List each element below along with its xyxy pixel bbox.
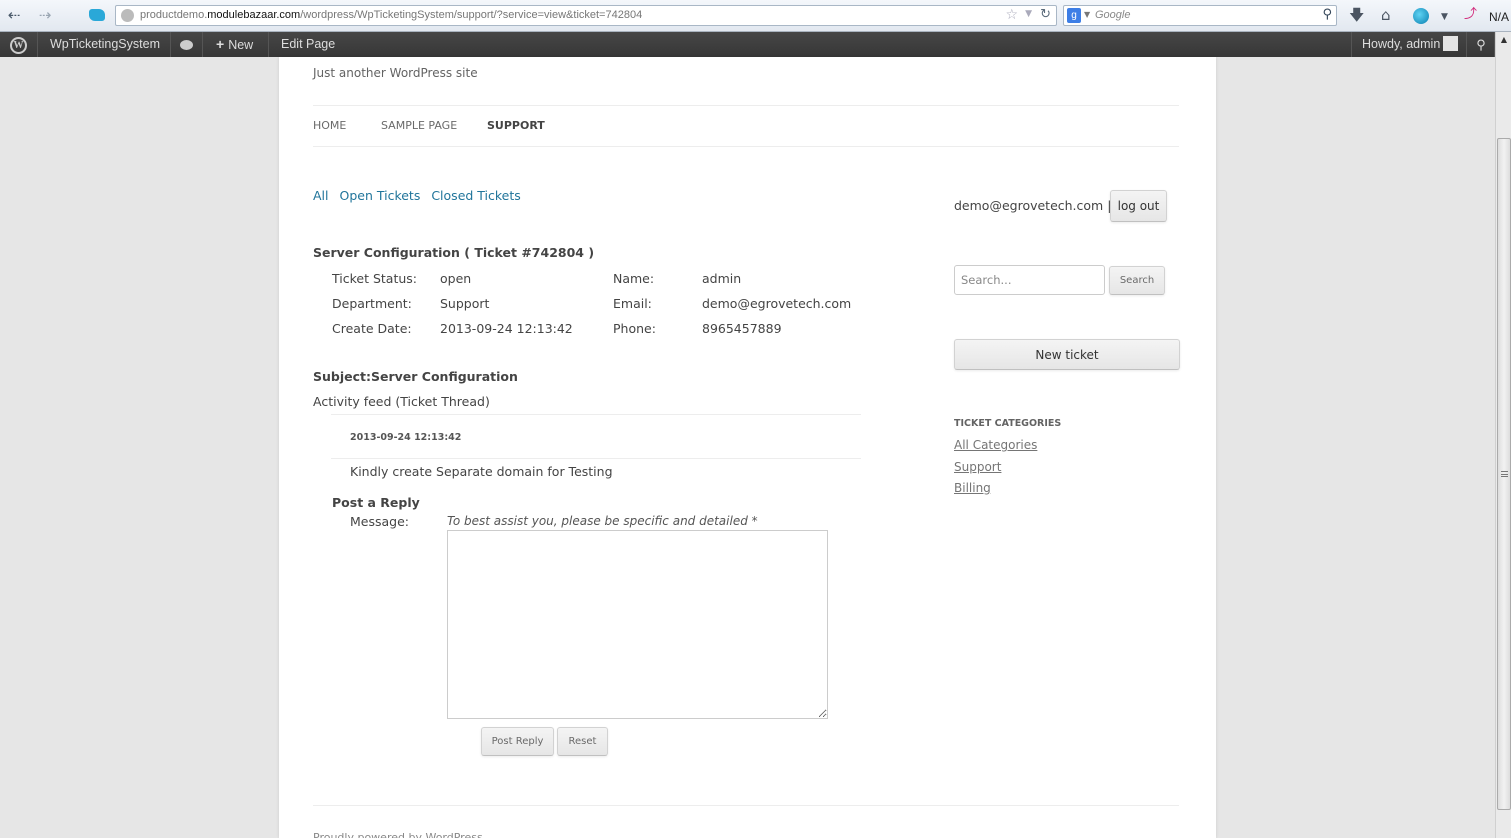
- history-dropdown-icon[interactable]: ▼: [1025, 9, 1032, 19]
- menu-item-home[interactable]: HOME: [313, 119, 346, 132]
- categories-heading: TICKET CATEGORIES: [954, 418, 1062, 429]
- post-reply-button[interactable]: Post Reply: [481, 727, 554, 756]
- scroll-grip-icon: [1501, 471, 1508, 477]
- department-value: Support: [440, 296, 490, 311]
- category-all[interactable]: All Categories: [954, 438, 1037, 452]
- scroll-thumb[interactable]: [1497, 138, 1511, 810]
- admin-bar-search-icon[interactable]: ⚲: [1468, 32, 1495, 57]
- phone-label: Phone:: [613, 321, 656, 336]
- avatar: [1443, 35, 1459, 51]
- addon-dropdown-icon[interactable]: ▼: [1441, 8, 1448, 26]
- thread-divider: [331, 414, 861, 415]
- filter-open-tickets[interactable]: Open Tickets: [339, 188, 420, 203]
- thread-divider: [331, 458, 861, 459]
- chart-addon-icon[interactable]: ⤴: [1464, 6, 1477, 24]
- menu-item-sample-page[interactable]: SAMPLE PAGE: [381, 119, 457, 132]
- status-label: Ticket Status:: [332, 271, 417, 286]
- name-label: Name:: [613, 271, 655, 286]
- thread-entry-message: Kindly create Separate domain for Testin…: [350, 464, 613, 479]
- wp-admin-bar: W WpTicketingSystem + New Edit Page Howdy…: [0, 32, 1495, 57]
- reset-button[interactable]: Reset: [557, 727, 608, 756]
- wp-logo-menu[interactable]: W: [0, 32, 38, 57]
- download-icon[interactable]: 🡇: [1349, 6, 1364, 24]
- admin-bar-account[interactable]: Howdy, admin: [1351, 32, 1467, 57]
- home-icon[interactable]: ⌂: [1381, 6, 1391, 24]
- browser-toolbar: ⇠ ⇢ productdemo.modulebazaar.com/wordpre…: [0, 0, 1511, 32]
- addon-status-label: N/A: [1489, 10, 1510, 24]
- address-bar[interactable]: productdemo.modulebazaar.com/wordpress/W…: [115, 5, 1057, 26]
- email-value: demo@egrovetech.com: [702, 296, 852, 311]
- site-favicon-icon: [89, 9, 105, 21]
- comment-bubble-icon: [180, 40, 193, 50]
- search-button[interactable]: Search: [1109, 266, 1165, 295]
- reply-title: Post a Reply: [332, 495, 420, 510]
- ticket-subject: Subject:Server Configuration: [313, 369, 518, 384]
- filter-all[interactable]: All: [313, 188, 329, 203]
- nav-divider-top: [313, 105, 1179, 106]
- google-icon[interactable]: g: [1067, 8, 1081, 23]
- back-arrow-icon[interactable]: ⇠: [5, 6, 23, 24]
- page-container: Just another WordPress site HOME SAMPLE …: [279, 57, 1216, 838]
- plus-icon: +: [216, 36, 225, 52]
- admin-bar-edit-page[interactable]: Edit Page: [269, 32, 345, 57]
- admin-bar-site-name[interactable]: WpTicketingSystem: [38, 32, 171, 57]
- forward-arrow-icon[interactable]: ⇢: [36, 6, 54, 24]
- browser-search-placeholder: Google: [1095, 9, 1131, 21]
- category-billing[interactable]: Billing: [954, 481, 991, 495]
- category-support[interactable]: Support: [954, 460, 1001, 474]
- create-date-label: Create Date:: [332, 321, 412, 336]
- footer-credit[interactable]: Proudly powered by WordPress: [313, 831, 483, 838]
- browser-search-box[interactable]: g ▼ Google ⚲: [1063, 5, 1337, 26]
- message-label: Message:: [350, 514, 409, 529]
- scroll-up-arrow-icon[interactable]: ▲: [1496, 32, 1511, 48]
- email-label: Email:: [613, 296, 652, 311]
- ticket-filters: All Open Tickets Closed Tickets: [313, 188, 528, 203]
- magnifier-icon[interactable]: ⚲: [1322, 7, 1332, 22]
- phone-value: 8965457889: [702, 321, 782, 336]
- activity-heading: Activity feed (Ticket Thread): [313, 394, 490, 409]
- footer-divider: [313, 805, 1179, 806]
- ticket-search-input[interactable]: [954, 265, 1105, 295]
- addon-icon[interactable]: [1413, 8, 1429, 24]
- status-value: open: [440, 271, 472, 286]
- page-scrollbar[interactable]: ▲: [1495, 32, 1511, 838]
- reload-icon[interactable]: ↻: [1040, 7, 1051, 22]
- filter-closed-tickets[interactable]: Closed Tickets: [431, 188, 520, 203]
- admin-bar-new[interactable]: + New: [204, 32, 269, 57]
- admin-bar-comments[interactable]: [171, 32, 203, 57]
- message-hint: To best assist you, please be specific a…: [447, 514, 758, 528]
- department-label: Department:: [332, 296, 412, 311]
- bookmark-star-icon[interactable]: ☆: [1005, 7, 1018, 23]
- menu-item-support[interactable]: SUPPORT: [487, 119, 545, 132]
- wordpress-logo-icon: W: [10, 37, 27, 54]
- thread-entry-date: 2013-09-24 12:13:42: [350, 432, 462, 443]
- ticket-title: Server Configuration ( Ticket #742804 ): [313, 245, 595, 260]
- reply-message-textarea[interactable]: [447, 530, 828, 719]
- new-ticket-button[interactable]: New ticket: [954, 339, 1180, 370]
- create-date-value: 2013-09-24 12:13:42: [440, 321, 573, 336]
- site-tagline: Just another WordPress site: [313, 66, 478, 80]
- nav-divider-bottom: [313, 146, 1179, 147]
- url-text[interactable]: productdemo.modulebazaar.com/wordpress/W…: [140, 9, 642, 21]
- logged-in-email: demo@egrovetech.com |: [954, 198, 1112, 213]
- name-value: admin: [702, 271, 742, 286]
- globe-icon: [121, 9, 134, 22]
- engine-dropdown-icon[interactable]: ▼: [1084, 10, 1090, 19]
- logout-button[interactable]: log out: [1110, 190, 1167, 222]
